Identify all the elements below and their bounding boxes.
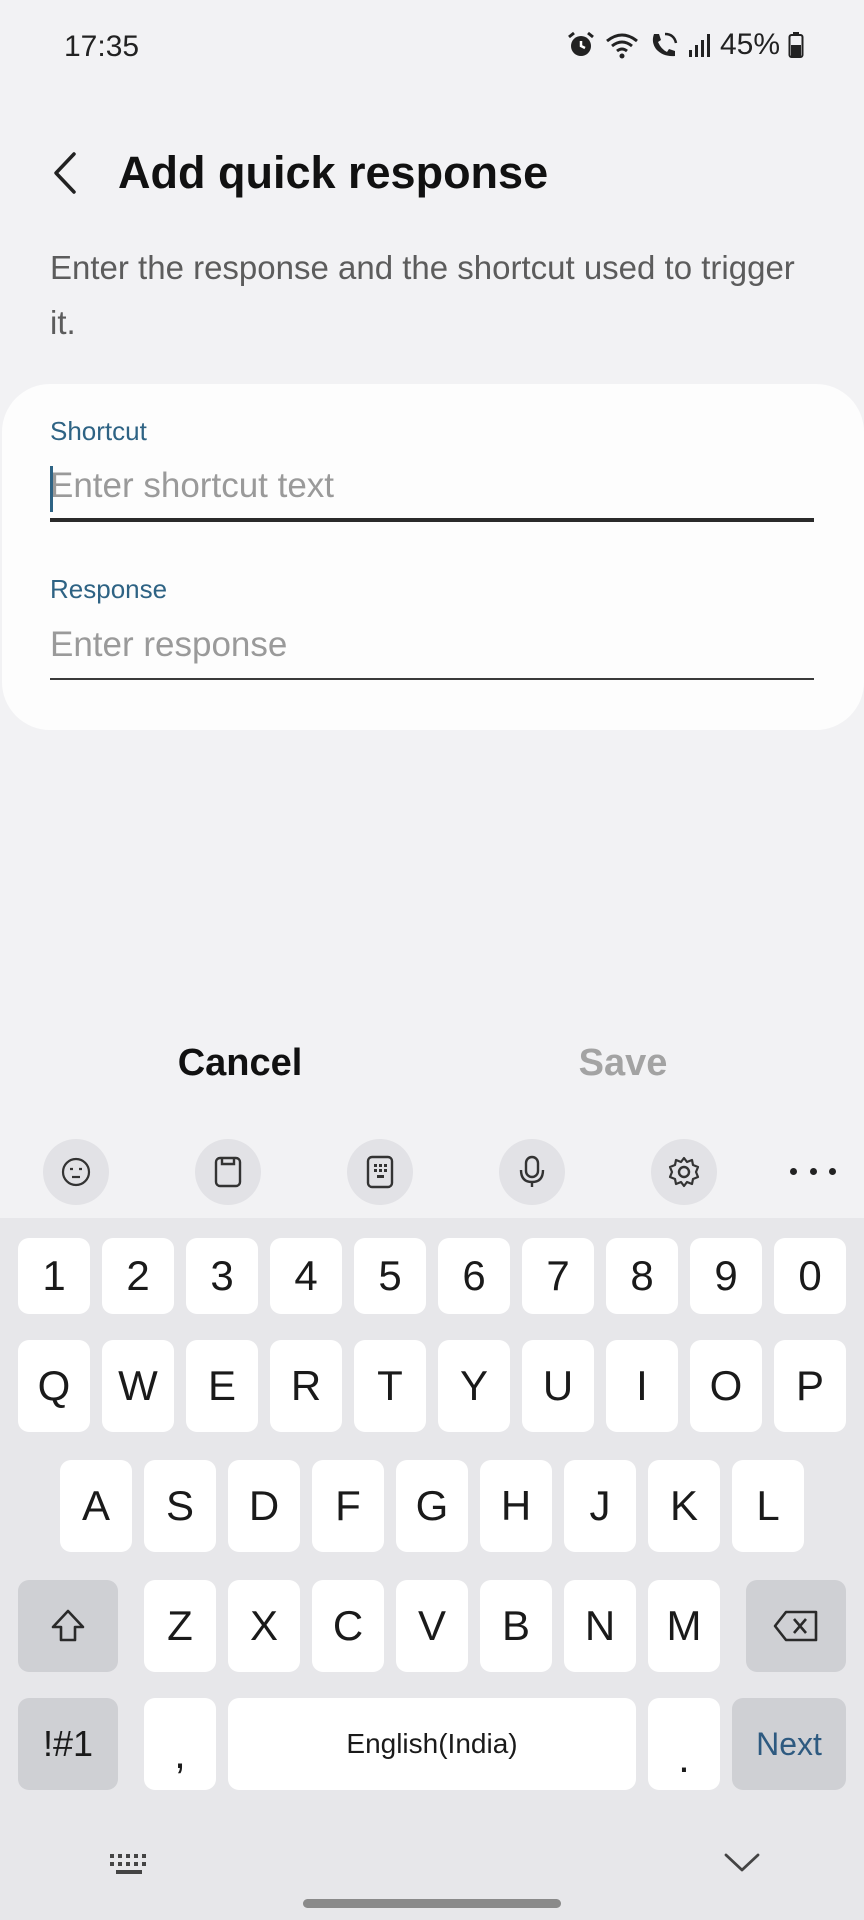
next-key[interactable]: Next	[732, 1698, 846, 1790]
text-cursor	[50, 466, 53, 512]
page-title: Add quick response	[118, 147, 549, 198]
more-icon-dot	[790, 1167, 797, 1175]
key-m[interactable]: M	[648, 1580, 720, 1672]
key-k[interactable]: K	[648, 1460, 720, 1552]
microphone-icon	[519, 1155, 545, 1187]
response-input[interactable]	[50, 612, 814, 678]
key-f[interactable]: F	[312, 1460, 384, 1552]
backspace-key[interactable]	[746, 1580, 846, 1672]
key-t[interactable]: T	[354, 1340, 426, 1432]
key-n[interactable]: N	[564, 1580, 636, 1672]
key-b[interactable]: B	[480, 1580, 552, 1672]
key-0[interactable]: 0	[774, 1238, 846, 1314]
key-u[interactable]: U	[522, 1340, 594, 1432]
clipboard-button[interactable]	[195, 1139, 261, 1205]
key-r[interactable]: R	[270, 1340, 342, 1432]
status-icons: 45%	[566, 28, 804, 62]
key-4[interactable]: 4	[270, 1238, 342, 1314]
battery-percent: 45%	[719, 28, 780, 61]
key-j[interactable]: J	[564, 1460, 636, 1552]
key-d[interactable]: D	[228, 1460, 300, 1552]
key-3[interactable]: 3	[186, 1238, 258, 1314]
form-card: Shortcut Response	[2, 384, 864, 730]
signal-icon	[688, 34, 710, 57]
key-c[interactable]: C	[312, 1580, 384, 1672]
more-options-button[interactable]	[790, 1154, 836, 1188]
key-1[interactable]: 1	[18, 1238, 90, 1314]
symbols-key[interactable]: !#1	[18, 1698, 118, 1790]
back-button[interactable]	[44, 148, 88, 198]
emoji-icon	[61, 1157, 91, 1187]
key-h[interactable]: H	[480, 1460, 552, 1552]
hide-keyboard-button[interactable]	[722, 1850, 762, 1881]
space-key[interactable]: English(India)	[228, 1698, 636, 1790]
back-arrow-icon	[54, 152, 76, 194]
wifi-calling-icon	[652, 32, 678, 57]
key-y[interactable]: Y	[438, 1340, 510, 1432]
shift-key[interactable]	[18, 1580, 118, 1672]
more-icon-dot	[809, 1167, 817, 1175]
home-indicator[interactable]	[303, 1899, 561, 1908]
key-v[interactable]: V	[396, 1580, 468, 1672]
keyboard: 1 2 3 4 5 6 7 8 9 0 Q W E R T Y U I O P …	[0, 1218, 864, 1920]
key-8[interactable]: 8	[606, 1238, 678, 1314]
key-e[interactable]: E	[186, 1340, 258, 1432]
backspace-icon	[773, 1610, 818, 1642]
key-o[interactable]: O	[690, 1340, 762, 1432]
key-a[interactable]: A	[60, 1460, 132, 1552]
key-5[interactable]: 5	[354, 1238, 426, 1314]
period-key[interactable]: .	[648, 1698, 720, 1790]
wifi-icon	[606, 33, 638, 59]
battery-icon	[788, 32, 804, 58]
key-7[interactable]: 7	[522, 1238, 594, 1314]
key-p[interactable]: P	[774, 1340, 846, 1432]
keypad-icon	[366, 1155, 394, 1189]
response-label: Response	[50, 574, 168, 604]
alarm-icon	[568, 31, 594, 56]
key-6[interactable]: 6	[438, 1238, 510, 1314]
shortcut-input[interactable]	[50, 454, 814, 518]
chevron-down-icon	[724, 1853, 760, 1872]
emoji-button[interactable]	[43, 1139, 109, 1205]
clipboard-icon	[214, 1156, 242, 1188]
key-l[interactable]: L	[732, 1460, 804, 1552]
key-x[interactable]: X	[228, 1580, 300, 1672]
key-q[interactable]: Q	[18, 1340, 90, 1432]
voice-input-button[interactable]	[499, 1139, 565, 1205]
keypad-button[interactable]	[347, 1139, 413, 1205]
shortcut-field	[50, 454, 814, 522]
comma-key[interactable]: ,	[144, 1698, 216, 1790]
more-icon-dot	[829, 1167, 836, 1175]
status-time: 17:35	[64, 30, 140, 63]
keyboard-settings-button[interactable]	[651, 1139, 717, 1205]
shortcut-label: Shortcut	[50, 416, 147, 446]
key-2[interactable]: 2	[102, 1238, 174, 1314]
response-field	[50, 612, 814, 680]
key-g[interactable]: G	[396, 1460, 468, 1552]
key-i[interactable]: I	[606, 1340, 678, 1432]
key-9[interactable]: 9	[690, 1238, 762, 1314]
shift-icon	[51, 1609, 85, 1642]
page-description: Enter the response and the shortcut used…	[50, 249, 795, 341]
key-s[interactable]: S	[144, 1460, 216, 1552]
gear-icon	[668, 1156, 700, 1188]
cancel-button[interactable]: Cancel	[120, 1042, 360, 1085]
save-button[interactable]: Save	[503, 1042, 743, 1085]
keyboard-switch-button[interactable]	[108, 1852, 152, 1883]
key-z[interactable]: Z	[144, 1580, 216, 1672]
key-w[interactable]: W	[102, 1340, 174, 1432]
keyboard-icon	[110, 1854, 146, 1874]
keyboard-toolbar	[0, 1136, 864, 1220]
